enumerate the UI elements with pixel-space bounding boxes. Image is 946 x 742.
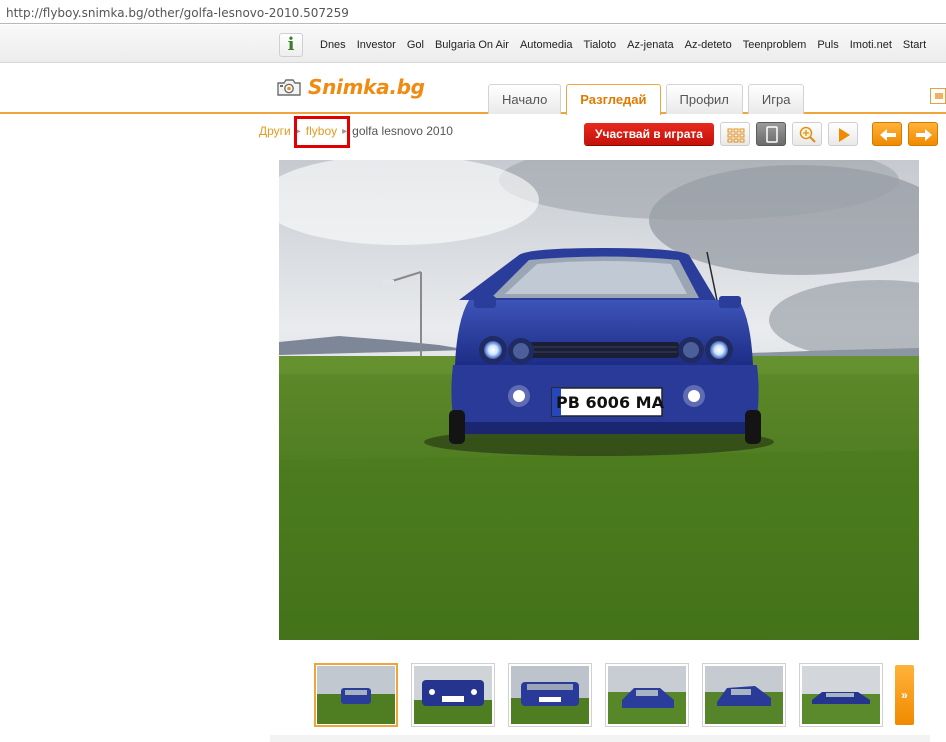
previous-photo-button[interactable] [872,122,902,146]
zoom-icon [799,126,816,143]
breadcrumb-current: golfa lesnovo 2010 [352,124,453,138]
portal-link-puls[interactable]: Puls [817,39,838,51]
zoom-button[interactable] [792,122,822,146]
main-photo[interactable]: PB 6006 MA [279,160,919,640]
tab-home[interactable]: Начало [488,84,562,114]
breadcrumb-separator-icon: ▸ [342,125,348,137]
grid-view-button[interactable] [720,122,750,146]
tab-profile[interactable]: Профил [665,84,743,114]
portal-link-automedia[interactable]: Automedia [520,39,573,51]
tab-game[interactable]: Игра [747,84,805,114]
breadcrumb-separator-icon: ▸ [295,125,301,137]
play-game-button[interactable]: Участвай в играта [584,123,714,145]
single-view-icon [766,126,778,143]
thumbnail-4[interactable] [605,663,689,727]
single-view-button[interactable] [756,122,786,146]
site-logo[interactable]: Snimka.bg [276,75,425,99]
portal-info-icon[interactable]: i [279,33,303,57]
portal-link-az-deteto[interactable]: Az-deteto [685,39,732,51]
portal-link-gol[interactable]: Gol [407,39,424,51]
portal-bar: i Dnes Investor Gol Bulgaria On Air Auto… [0,25,946,63]
next-arrow-icon [916,129,932,141]
window-icon[interactable] [930,88,946,104]
tab-browse[interactable]: Разгледай [566,84,661,115]
breadcrumb-user[interactable]: flyboy [306,124,337,138]
grid-view-icon [727,128,745,143]
bottom-divider [270,735,930,742]
portal-link-dnes[interactable]: Dnes [320,39,346,51]
thumbnail-5[interactable] [702,663,786,727]
previous-arrow-icon [880,129,896,141]
main-tabs: Начало Разгледай Профил Игра [488,84,805,115]
logo-text: Snimka.bg [308,75,425,99]
url-text[interactable]: http://flyboy.snimka.bg/other/golfa-lesn… [6,6,349,20]
portal-links: Dnes Investor Gol Bulgaria On Air Autome… [320,39,937,51]
breadcrumb-category[interactable]: Други [259,124,291,138]
site-header: Snimka.bg Начало Разгледай Профил Игра [0,64,946,115]
portal-link-investor[interactable]: Investor [357,39,396,51]
slideshow-play-icon [839,128,850,142]
portal-link-teenproblem[interactable]: Teenproblem [743,39,807,51]
thumbnail-6[interactable] [799,663,883,727]
address-bar[interactable]: http://flyboy.snimka.bg/other/golfa-lesn… [0,0,946,24]
portal-link-imoti[interactable]: Imoti.net [850,39,892,51]
portal-link-tialoto[interactable]: Tialoto [584,39,617,51]
license-plate: PB 6006 MA [556,393,665,412]
slideshow-button[interactable] [828,122,858,146]
thumbnail-3[interactable] [508,663,592,727]
portal-link-start[interactable]: Start [903,39,926,51]
more-thumbnails-button[interactable]: » [895,665,914,725]
next-photo-button[interactable] [908,122,938,146]
thumbnail-2[interactable] [411,663,495,727]
breadcrumb: Други ▸ flyboy ▸ golfa lesnovo 2010 [259,124,453,138]
portal-link-bulgaria-on-air[interactable]: Bulgaria On Air [435,39,509,51]
thumbnail-1[interactable] [314,663,398,727]
camera-icon [276,77,302,97]
portal-link-az-jenata[interactable]: Az-jenata [627,39,673,51]
